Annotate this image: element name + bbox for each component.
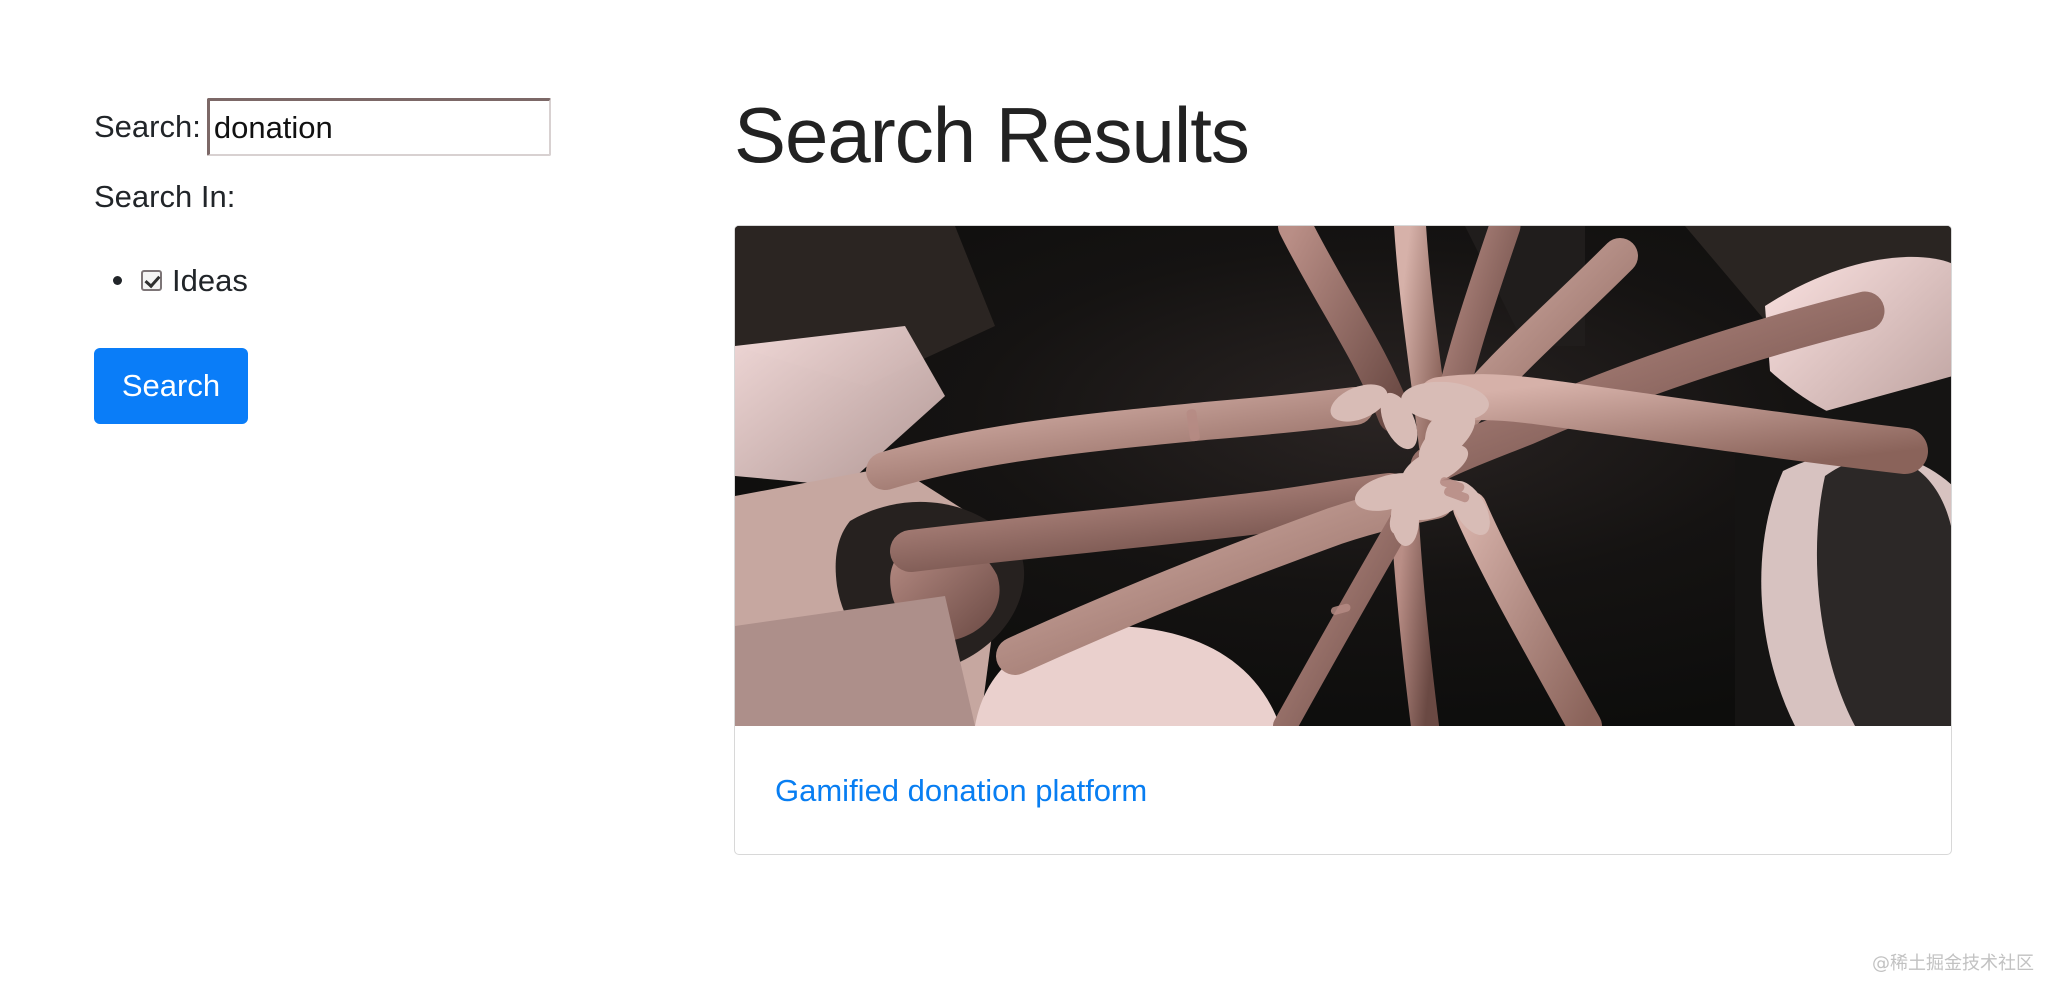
ideas-checkbox[interactable] (141, 270, 162, 292)
search-sidebar: Search: Search In: Ideas Search (94, 92, 614, 424)
ideas-label: Ideas (172, 263, 248, 299)
search-filters: Ideas (94, 260, 614, 300)
watermark: @稀土掘金技术社区 (1872, 953, 2034, 974)
team-hands-photo-icon (735, 226, 1951, 726)
page-title: Search Results (734, 91, 1250, 179)
filter-item-ideas: Ideas (138, 260, 614, 300)
search-in-label: Search In: (94, 179, 236, 214)
result-card: Gamified donation platform (734, 225, 1952, 855)
filter-option-ideas: Ideas (138, 262, 248, 299)
result-card-body: Gamified donation platform (735, 726, 1951, 809)
search-button[interactable]: Search (94, 348, 248, 424)
search-row: Search: (94, 92, 614, 162)
search-label: Search: (94, 109, 201, 145)
search-page: Search: Search In: Ideas Search Search R… (0, 0, 2048, 984)
result-title-link[interactable]: Gamified donation platform (775, 773, 1147, 809)
search-results: Search Results Gamified donation platfor… (734, 91, 1952, 855)
search-input[interactable] (206, 98, 551, 156)
